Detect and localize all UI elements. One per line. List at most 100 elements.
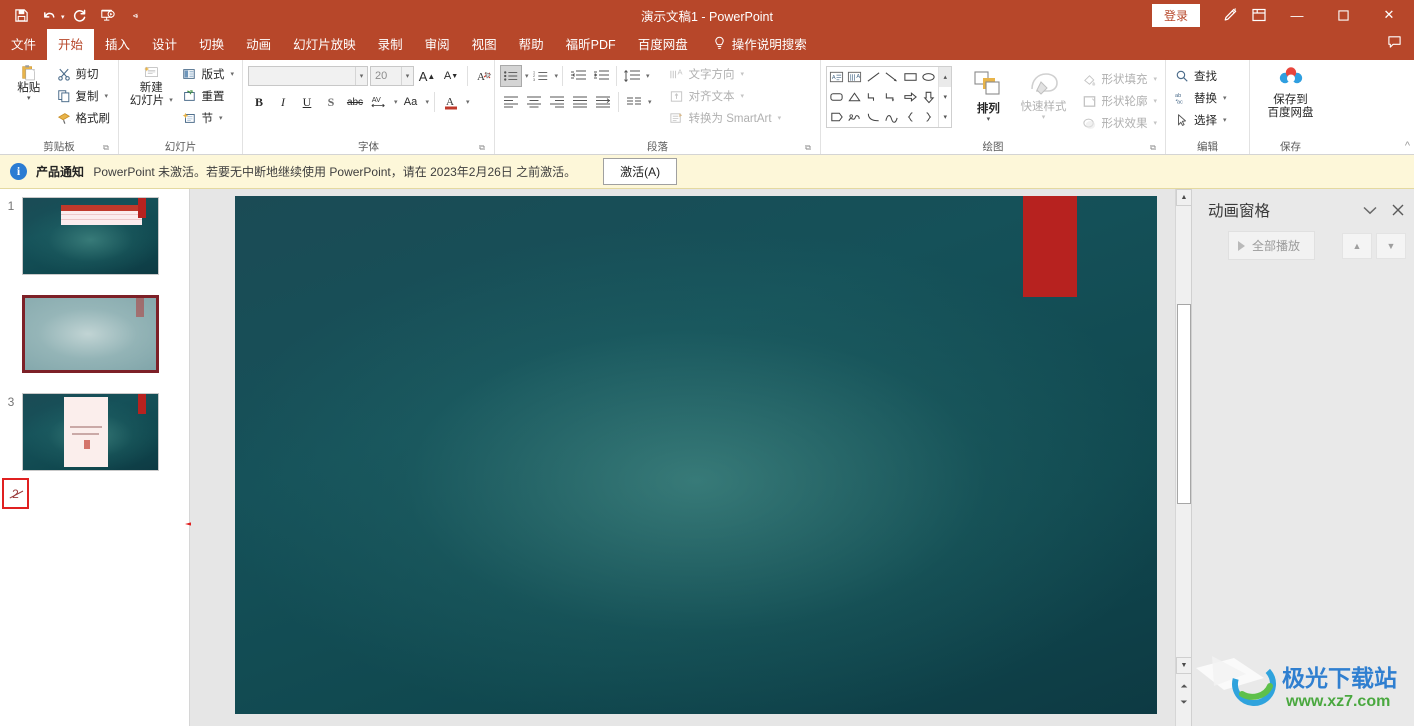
close-button[interactable]: ✕	[1366, 0, 1412, 30]
arrange-button[interactable]: 排列 ▾	[962, 66, 1014, 123]
move-later-button[interactable]: ▼	[1376, 232, 1406, 259]
section-button[interactable]: 节 ▾	[178, 107, 237, 129]
new-slide-button[interactable]: 新建 幻灯片 ▾	[124, 63, 178, 107]
bullets-dropdown-icon[interactable]: ▾	[525, 72, 529, 80]
sign-in-button[interactable]: 登录	[1151, 3, 1200, 27]
text-direction-button[interactable]: A 文字方向 ▾	[666, 63, 785, 85]
cut-button[interactable]: 剪切	[53, 63, 114, 85]
ink-pen-icon[interactable]	[1214, 0, 1244, 30]
undo-dropdown-icon[interactable]: ▾	[61, 13, 65, 21]
shape-textbox[interactable]: A	[827, 67, 846, 87]
next-slide-icon[interactable]: ⏷	[1179, 697, 1189, 707]
find-button[interactable]: 查找	[1171, 65, 1230, 87]
thumbnail-slide-3[interactable]	[22, 393, 159, 471]
thumbnail-slide-1[interactable]	[22, 197, 159, 275]
undo-icon[interactable]	[36, 3, 62, 27]
shape-line[interactable]	[864, 67, 883, 87]
paste-dropdown-icon[interactable]: ▾	[27, 95, 31, 102]
change-case-dropdown-icon[interactable]: ▾	[426, 98, 430, 106]
shape-left-brace[interactable]	[901, 107, 920, 127]
tab-help[interactable]: 帮助	[508, 29, 555, 60]
copy-dropdown-icon[interactable]: ▾	[105, 92, 109, 100]
decrease-font-size-button[interactable]: A ▼	[440, 65, 462, 87]
font-name-dropdown-icon[interactable]: ▾	[355, 67, 367, 85]
quick-styles-button[interactable]: 快速样式 ▾	[1015, 66, 1073, 121]
tab-foxit-pdf[interactable]: 福昕PDF	[555, 29, 627, 60]
columns-button[interactable]	[623, 91, 645, 113]
shape-down-arrow[interactable]	[920, 87, 939, 107]
customize-qat-icon[interactable]: ⩹	[123, 3, 149, 27]
shapes-gallery[interactable]: A A ▴ ▾ ▾	[826, 66, 953, 128]
scrollbar-thumb[interactable]	[1177, 304, 1191, 504]
move-earlier-button[interactable]: ▲	[1342, 232, 1372, 259]
strikethrough-button[interactable]: abc	[344, 91, 366, 113]
thumbnail-item-1[interactable]: 1	[0, 197, 159, 275]
shapes-gallery-more-icon[interactable]: ▾	[939, 107, 951, 127]
copy-button[interactable]: 复制 ▾	[53, 85, 114, 107]
distribute-text-button[interactable]	[592, 91, 614, 113]
shape-effects-dropdown-icon[interactable]: ▾	[1153, 119, 1157, 127]
layout-dropdown-icon[interactable]: ▾	[230, 70, 234, 78]
tab-slideshow[interactable]: 幻灯片放映	[282, 29, 367, 60]
font-color-dropdown-icon[interactable]: ▾	[466, 98, 470, 106]
slide-thumbnail-pane[interactable]: 1 3 2	[0, 189, 190, 726]
font-size-input[interactable]: 20 ▾	[370, 66, 414, 86]
shapes-scroll-down-icon[interactable]: ▾	[939, 87, 951, 107]
section-dropdown-icon[interactable]: ▾	[219, 114, 223, 122]
redo-icon[interactable]	[67, 3, 93, 27]
minimize-button[interactable]: —	[1274, 0, 1320, 30]
slide-edit-area[interactable]: ▲ ▼ ⏶ ⏷	[191, 189, 1192, 726]
shape-elbow-connector[interactable]	[864, 87, 883, 107]
align-right-button[interactable]	[546, 91, 568, 113]
shape-effects-button[interactable]: 形状效果 ▾	[1078, 112, 1160, 134]
shape-vertical-textbox[interactable]: A	[846, 67, 865, 87]
tab-design[interactable]: 设计	[141, 29, 188, 60]
increase-indent-button[interactable]	[590, 65, 612, 87]
align-center-button[interactable]	[523, 91, 545, 113]
layout-button[interactable]: 版式 ▾	[178, 63, 237, 85]
align-text-dropdown-icon[interactable]: ▾	[741, 92, 745, 100]
new-slide-dropdown-icon[interactable]: ▾	[169, 95, 173, 107]
thumbnail-item-2[interactable]	[0, 295, 159, 373]
smartart-dropdown-icon[interactable]: ▾	[778, 114, 782, 122]
thumbnail-item-3[interactable]: 3	[0, 393, 159, 471]
align-left-button[interactable]	[500, 91, 522, 113]
line-spacing-button[interactable]	[621, 65, 643, 87]
text-shadow-button[interactable]: S	[320, 91, 342, 113]
format-painter-button[interactable]: 格式刷	[53, 107, 114, 129]
shape-rounded-rectangle[interactable]	[827, 87, 846, 107]
previous-slide-icon[interactable]: ⏶	[1179, 681, 1189, 691]
comments-icon[interactable]	[1381, 35, 1408, 56]
maximize-button[interactable]	[1320, 0, 1366, 30]
numbering-dropdown-icon[interactable]: ▾	[555, 72, 559, 80]
quick-styles-dropdown-icon[interactable]: ▾	[1042, 114, 1046, 121]
slide-vertical-scrollbar[interactable]: ▲ ▼ ⏶ ⏷	[1175, 189, 1192, 726]
shape-outline-dropdown-icon[interactable]: ▾	[1153, 97, 1157, 105]
line-spacing-dropdown-icon[interactable]: ▾	[646, 72, 650, 80]
save-to-baidu-netdisk-button[interactable]: 保存到 百度网盘	[1255, 63, 1326, 119]
font-size-dropdown-icon[interactable]: ▾	[401, 67, 413, 85]
tab-file[interactable]: 文件	[0, 29, 47, 60]
collapse-ribbon-icon[interactable]: ^	[1405, 140, 1410, 152]
drawing-dialog-launcher[interactable]: ⧉	[1148, 143, 1158, 153]
font-dialog-launcher[interactable]: ⧉	[477, 143, 487, 153]
change-case-button[interactable]: Aa	[400, 91, 422, 113]
shape-right-arrow[interactable]	[901, 87, 920, 107]
reset-button[interactable]: 重置	[178, 85, 237, 107]
convert-smartart-button[interactable]: 转换为 SmartArt ▾	[666, 107, 785, 129]
font-name-input[interactable]: ▾	[248, 66, 368, 86]
current-slide-red-accent[interactable]	[1023, 196, 1077, 297]
activate-button[interactable]: 激活(A)	[603, 158, 678, 185]
tab-view[interactable]: 视图	[461, 29, 508, 60]
tab-animations[interactable]: 动画	[235, 29, 282, 60]
shapes-gallery-scrollbar[interactable]: ▴ ▾ ▾	[938, 67, 952, 127]
shape-freeform[interactable]	[846, 107, 865, 127]
replace-button[interactable]: ab ac 替换 ▾	[1171, 87, 1230, 109]
close-icon[interactable]	[1390, 202, 1406, 218]
ribbon-display-options-icon[interactable]	[1244, 0, 1274, 30]
play-all-button[interactable]: 全部播放	[1228, 231, 1316, 260]
justify-button[interactable]	[569, 91, 591, 113]
tab-record[interactable]: 录制	[367, 29, 414, 60]
clipboard-dialog-launcher[interactable]: ⧉	[101, 143, 111, 153]
thumbnail-slide-2[interactable]	[22, 295, 159, 373]
